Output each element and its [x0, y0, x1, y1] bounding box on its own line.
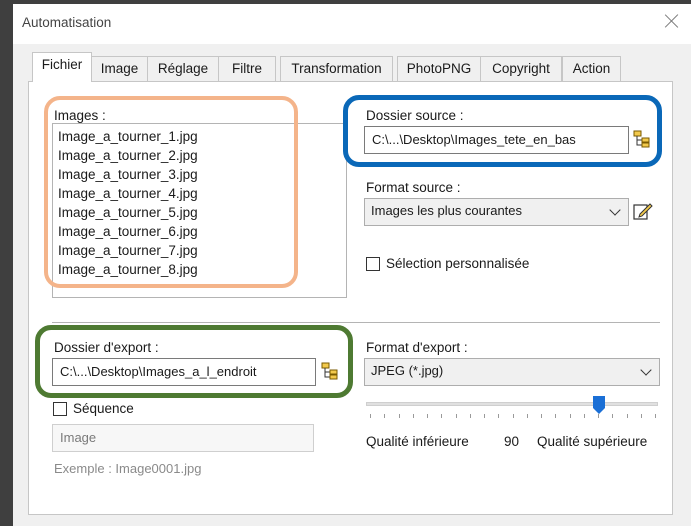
tab-image[interactable]: Image [91, 56, 148, 81]
quality-slider-track[interactable] [366, 402, 658, 406]
separator [52, 322, 660, 323]
tab-photopng[interactable]: PhotoPNG [397, 56, 481, 81]
slider-tick [512, 414, 514, 418]
slider-tick [655, 414, 656, 418]
source-format-label: Format source : [366, 180, 461, 195]
slider-tick [412, 414, 414, 418]
slider-tick [626, 414, 628, 418]
background-left-edge [0, 0, 13, 526]
slider-tick [541, 414, 542, 418]
export-highlight [35, 325, 353, 398]
export-format-select[interactable]: JPEG (*.jpg) [364, 358, 660, 386]
close-icon[interactable] [663, 12, 681, 30]
custom-selection-checkbox[interactable] [366, 257, 380, 271]
tab-reglage[interactable]: Réglage [147, 56, 219, 81]
sequence-checkbox[interactable] [53, 402, 67, 416]
slider-tick [455, 414, 457, 418]
custom-selection-label[interactable]: Sélection personnalisée [386, 256, 529, 271]
slider-tick [612, 414, 614, 418]
slider-tick [469, 414, 471, 418]
sequence-name-field[interactable]: Image [52, 424, 314, 452]
slider-tick [555, 414, 557, 418]
images-highlight [44, 96, 298, 288]
slider-tick [484, 414, 485, 418]
quality-high-label: Qualité supérieure [537, 434, 648, 449]
quality-slider-ticks [370, 414, 656, 418]
slider-thumb[interactable] [592, 396, 605, 414]
slider-tick [498, 414, 500, 418]
source-highlight [343, 95, 662, 167]
slider-tick [583, 414, 585, 418]
slider-tick [427, 414, 428, 418]
export-format-label: Format d'export : [366, 340, 468, 355]
slider-tick [640, 414, 642, 418]
slider-tick [398, 414, 400, 418]
quality-value: 90 [504, 434, 520, 449]
slider-tick [569, 414, 571, 418]
slider-tick [598, 414, 599, 418]
tab-copyright[interactable]: Copyright [480, 56, 562, 81]
sequence-example: Exemple : Image0001.jpg [54, 461, 202, 476]
tab-fichier[interactable]: Fichier [32, 52, 92, 82]
quality-low-label: Qualité inférieure [366, 434, 469, 449]
source-format-select[interactable]: Images les plus courantes [364, 198, 629, 226]
slider-tick [384, 414, 386, 418]
title-bar [13, 4, 691, 44]
edit-icon[interactable] [633, 201, 653, 221]
slider-tick [526, 414, 528, 418]
window-title: Automatisation [22, 15, 112, 30]
slider-tick [441, 414, 443, 418]
tab-filtre[interactable]: Filtre [218, 56, 276, 81]
tab-transformation[interactable]: Transformation [280, 56, 393, 81]
slider-tick [370, 414, 371, 418]
sequence-label[interactable]: Séquence [73, 401, 134, 416]
tab-action[interactable]: Action [562, 56, 621, 81]
